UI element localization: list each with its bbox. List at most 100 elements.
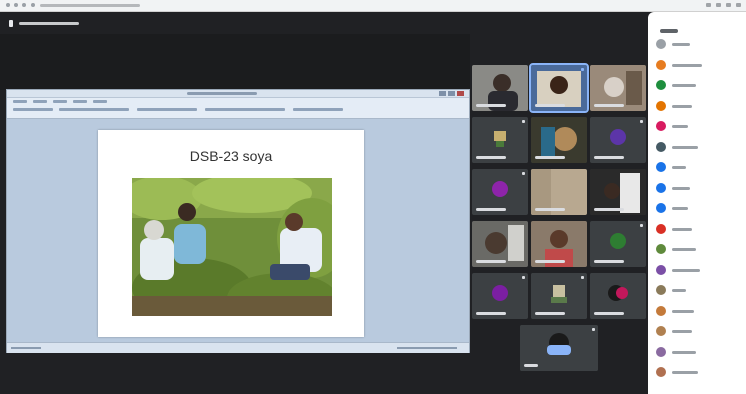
person-name <box>672 186 690 190</box>
ribbon-group[interactable] <box>59 108 129 111</box>
person-avatar <box>656 367 666 377</box>
menu-icon[interactable] <box>736 3 741 7</box>
participant-avatar <box>610 129 626 145</box>
ribbon-tab[interactable] <box>13 100 27 103</box>
person-avatar <box>656 346 666 357</box>
person-row[interactable] <box>656 121 742 131</box>
participant-tile[interactable] <box>531 117 587 163</box>
person-avatar <box>656 285 666 295</box>
zoom-control[interactable] <box>397 347 457 349</box>
person-name <box>672 289 686 292</box>
person-avatar <box>656 39 666 49</box>
minimize-icon[interactable] <box>439 91 446 96</box>
participant-name <box>476 312 506 315</box>
participant-tile[interactable] <box>472 117 528 163</box>
participant-tile[interactable] <box>590 117 646 163</box>
mic-off-icon <box>522 276 525 279</box>
extension-icon[interactable] <box>726 3 731 7</box>
person-avatar <box>656 203 666 213</box>
participant-name <box>476 156 506 159</box>
stage-background <box>0 34 470 90</box>
meeting-title <box>19 22 79 25</box>
participant-name <box>476 208 506 211</box>
mic-off-icon <box>640 120 643 123</box>
person-row[interactable] <box>656 141 742 152</box>
close-icon[interactable] <box>457 91 464 96</box>
participant-avatar <box>492 181 508 197</box>
mic-off-icon <box>522 120 525 123</box>
person-row[interactable] <box>656 305 742 316</box>
speaking-icon <box>581 68 584 71</box>
browser-toolbar <box>0 0 746 12</box>
person-row[interactable] <box>656 182 742 193</box>
ribbon-tab[interactable] <box>73 100 87 103</box>
site-info-icon[interactable] <box>31 3 35 7</box>
participant-tile[interactable] <box>472 221 528 267</box>
participant-tile[interactable] <box>531 169 587 215</box>
participant-name <box>594 260 624 263</box>
ribbon-tab[interactable] <box>53 100 67 103</box>
window-title <box>187 92 257 95</box>
person-row[interactable] <box>656 59 742 70</box>
participant-avatar <box>610 233 626 249</box>
person-row[interactable] <box>656 367 742 377</box>
ribbon-group[interactable] <box>293 108 343 111</box>
participant-tile[interactable] <box>472 273 528 319</box>
person-name <box>672 350 696 354</box>
person-row[interactable] <box>656 346 742 357</box>
people-panel <box>648 12 746 394</box>
reload-icon[interactable] <box>22 3 26 7</box>
person-name <box>672 268 700 272</box>
ribbon-group[interactable] <box>13 108 53 111</box>
person-row[interactable] <box>656 80 742 90</box>
mic-off-icon <box>640 224 643 227</box>
ribbon-group[interactable] <box>205 108 285 111</box>
participant-name <box>594 104 624 107</box>
meeting-header <box>0 12 648 34</box>
extension-icon[interactable] <box>706 3 711 7</box>
person-name <box>672 145 698 149</box>
field-photo-illustration <box>132 178 332 316</box>
window-titlebar <box>7 90 469 98</box>
person-row[interactable] <box>656 223 742 234</box>
person-row[interactable] <box>656 100 742 111</box>
participant-tile[interactable] <box>472 169 528 215</box>
person-name <box>672 227 692 231</box>
ribbon-group[interactable] <box>137 108 197 111</box>
participant-tile[interactable] <box>531 273 587 319</box>
person-row[interactable] <box>656 244 742 254</box>
person-row[interactable] <box>656 203 742 213</box>
participant-tile[interactable] <box>531 221 587 267</box>
soybean-field-photo <box>132 178 332 316</box>
forward-icon[interactable] <box>14 3 18 7</box>
person-name <box>672 330 692 333</box>
person-row[interactable] <box>656 285 742 295</box>
ribbon-tab[interactable] <box>93 100 107 103</box>
ribbon-tab[interactable] <box>33 100 47 103</box>
person-row[interactable] <box>656 326 742 336</box>
person-avatar <box>656 264 666 275</box>
participant-name <box>524 364 538 367</box>
self-view-tile[interactable] <box>520 325 598 371</box>
person-row[interactable] <box>656 39 742 49</box>
extension-icon[interactable] <box>716 3 721 7</box>
address-bar[interactable] <box>40 4 140 7</box>
person-avatar <box>656 162 666 172</box>
participant-tile[interactable] <box>472 65 528 111</box>
participant-tile[interactable] <box>590 221 646 267</box>
maximize-icon[interactable] <box>448 91 455 96</box>
participant-name <box>594 156 624 159</box>
participant-name <box>535 104 565 107</box>
participant-tile[interactable] <box>590 169 646 215</box>
person-avatar <box>656 305 666 316</box>
person-name <box>672 207 688 210</box>
mic-off-icon <box>592 328 595 331</box>
person-row[interactable] <box>656 162 742 172</box>
mic-off-icon <box>581 276 584 279</box>
participant-tile[interactable] <box>529 63 589 113</box>
person-row[interactable] <box>656 264 742 275</box>
person-name <box>672 166 686 169</box>
participant-tile[interactable] <box>590 273 646 319</box>
back-icon[interactable] <box>6 3 10 7</box>
participant-tile[interactable] <box>590 65 646 111</box>
